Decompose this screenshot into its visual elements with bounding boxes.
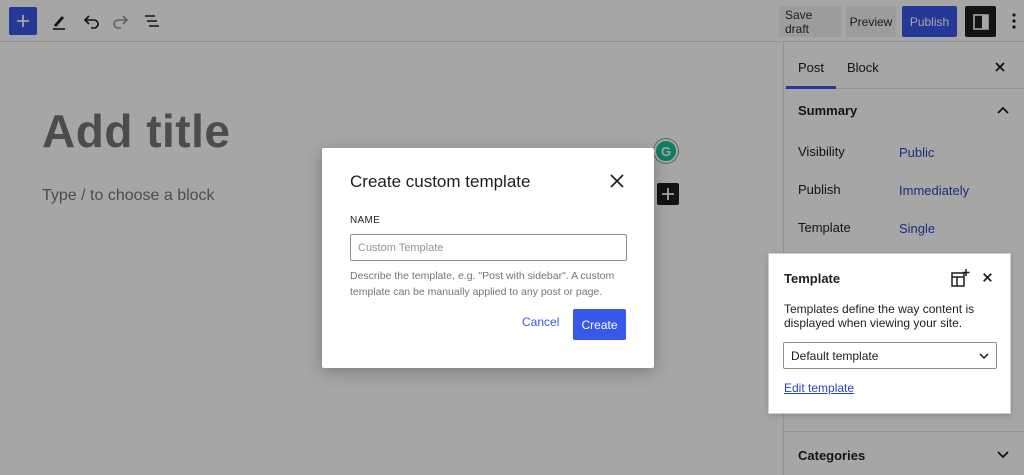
close-icon — [610, 174, 624, 188]
create-button[interactable]: Create — [573, 309, 626, 340]
edit-template-link[interactable]: Edit template — [784, 381, 854, 395]
close-icon — [983, 273, 992, 282]
template-description: Templates define the way content is disp… — [784, 302, 975, 330]
close-modal-button[interactable] — [608, 172, 626, 190]
create-template-modal: Create custom template NAME Describe the… — [322, 148, 654, 368]
template-popover: Template Templates define the way conten… — [768, 253, 1011, 414]
cancel-button[interactable]: Cancel — [522, 315, 559, 329]
template-popover-title: Template — [784, 271, 841, 286]
template-select-value: Default template — [791, 349, 879, 363]
close-template-popover-button[interactable] — [979, 269, 996, 286]
template-select[interactable]: Default template — [783, 342, 997, 369]
add-template-icon — [951, 269, 970, 287]
name-label: NAME — [350, 215, 381, 226]
chevron-down-icon — [979, 353, 989, 360]
template-name-input[interactable] — [350, 234, 627, 261]
add-template-button[interactable] — [950, 268, 970, 288]
template-help-text: Describe the template, e.g. "Post with s… — [350, 270, 615, 298]
modal-title: Create custom template — [350, 172, 531, 191]
